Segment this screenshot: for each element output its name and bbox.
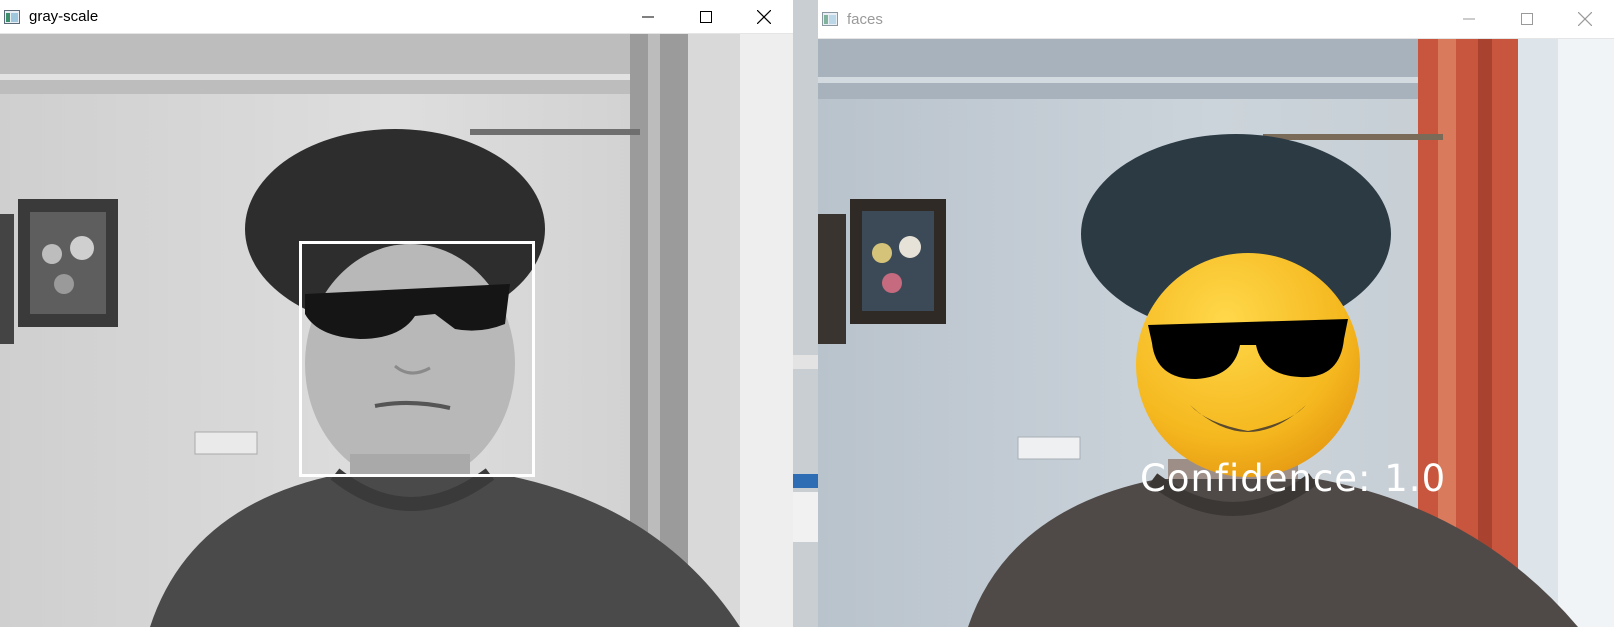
window-title: gray-scale <box>29 8 99 25</box>
opencv-window-icon <box>4 9 20 24</box>
minimize-button[interactable] <box>1440 0 1498 38</box>
color-video-frame: Confidence: 1.0 <box>818 39 1614 627</box>
maximize-icon <box>1521 13 1533 25</box>
confidence-label: Confidence: 1.0 <box>1140 457 1447 500</box>
grayscale-video-frame <box>0 34 793 627</box>
title-bar[interactable]: faces <box>818 0 1614 39</box>
gray-scale-window[interactable]: gray-scale <box>0 0 793 627</box>
close-icon <box>1578 12 1592 26</box>
faces-window[interactable]: faces Confidence: 1.0 <box>818 0 1614 627</box>
maximize-button[interactable] <box>1498 0 1556 38</box>
window-title: faces <box>847 10 883 28</box>
close-button[interactable] <box>1556 0 1614 38</box>
minimize-icon <box>642 16 654 17</box>
maximize-icon <box>700 10 712 23</box>
desktop-background-strip <box>793 0 818 627</box>
maximize-button[interactable] <box>677 0 735 33</box>
opencv-window-icon <box>822 12 838 26</box>
sunglasses-face-emoji <box>1136 253 1360 477</box>
close-icon <box>757 9 771 24</box>
background-window-edge <box>793 492 818 542</box>
background-window-edge <box>793 474 818 488</box>
background-window-edge <box>793 355 818 369</box>
face-detection-box <box>299 241 535 477</box>
close-button[interactable] <box>735 0 793 33</box>
title-bar[interactable]: gray-scale <box>0 0 793 34</box>
minimize-icon <box>1463 18 1475 20</box>
minimize-button[interactable] <box>619 0 677 33</box>
